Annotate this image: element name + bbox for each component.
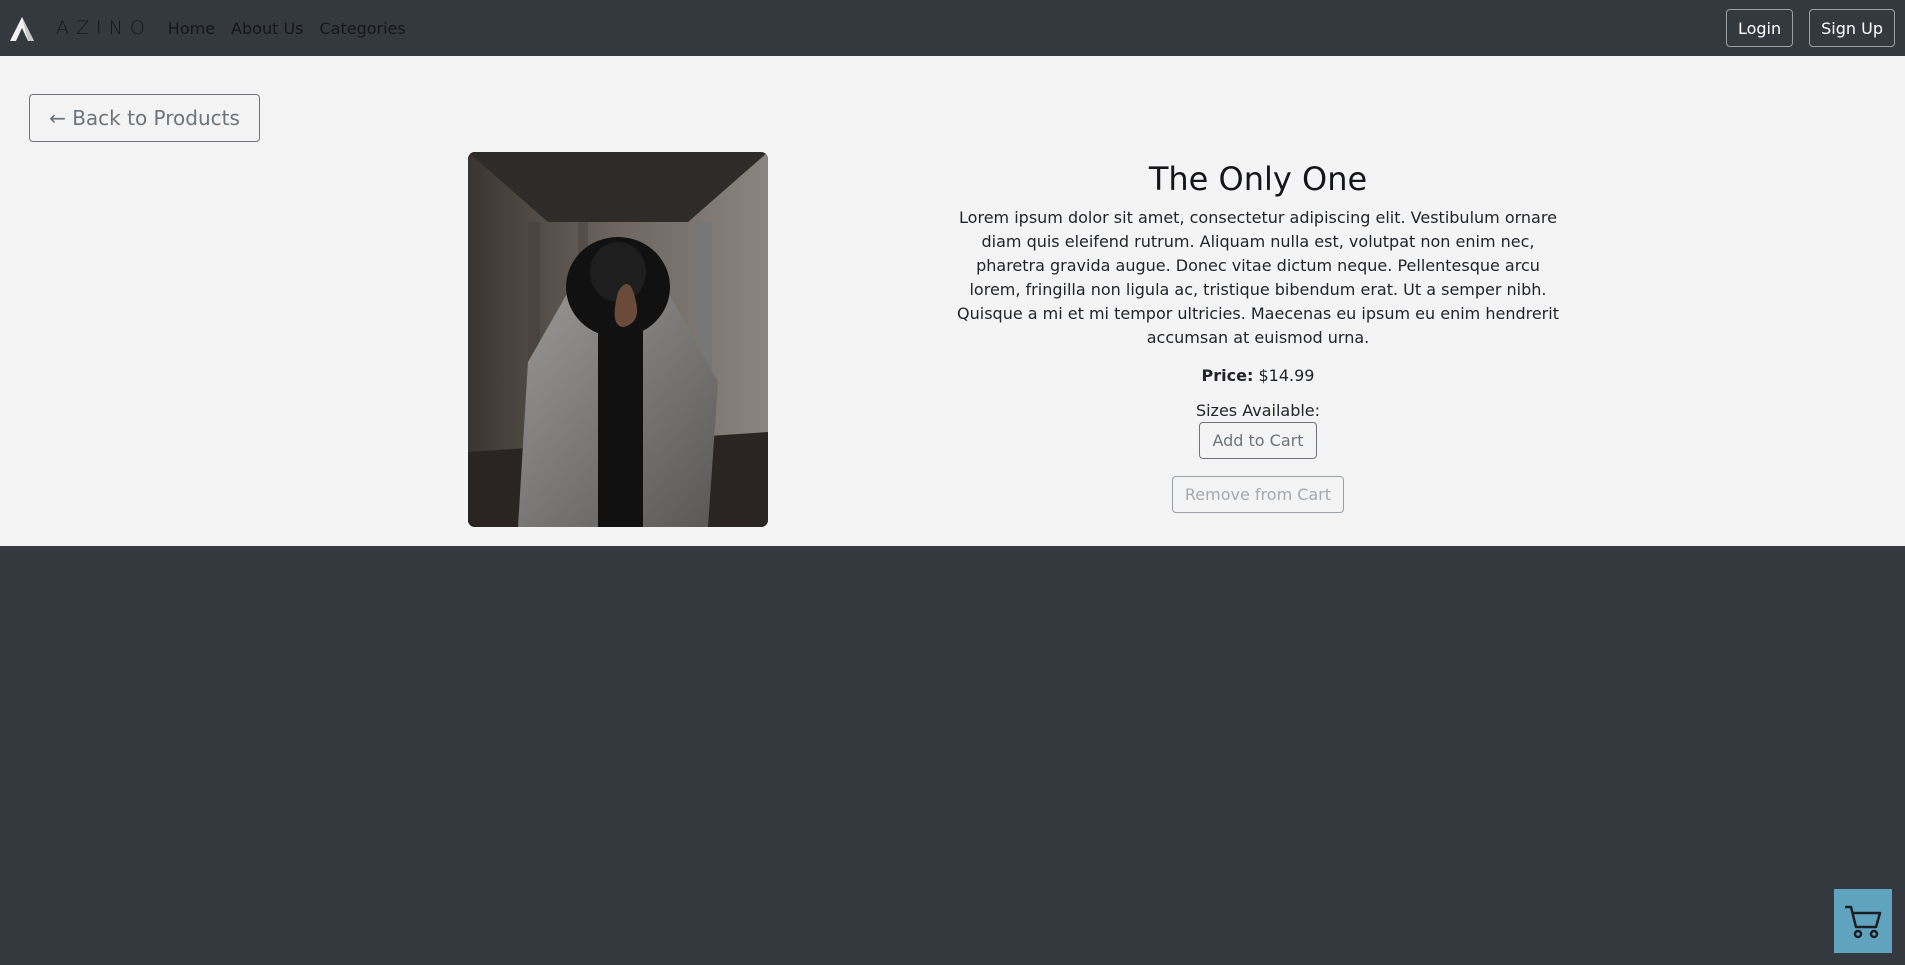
price-label: Price: bbox=[1201, 366, 1254, 385]
login-button[interactable]: Login bbox=[1725, 9, 1794, 47]
nav-link-home[interactable]: Home bbox=[168, 19, 215, 38]
brand[interactable]: AZINO bbox=[8, 13, 152, 43]
remove-from-cart-button[interactable]: Remove from Cart bbox=[1171, 476, 1345, 513]
nav-auth: Login Sign Up bbox=[1710, 9, 1897, 47]
azino-logo-icon bbox=[10, 17, 34, 41]
back-to-products-button[interactable]: ← Back to Products bbox=[29, 94, 260, 142]
price-value: $14.99 bbox=[1258, 366, 1315, 385]
add-to-cart-button[interactable]: Add to Cart bbox=[1199, 422, 1317, 459]
product-detail-section: ← Back to Products The Only One Lorem ip… bbox=[0, 56, 1905, 546]
product-image bbox=[468, 152, 768, 527]
product-title: The Only One bbox=[1148, 160, 1368, 198]
product-price: Price: $14.99 bbox=[950, 366, 1566, 385]
nav-link-about-us[interactable]: About Us bbox=[231, 19, 303, 38]
shopping-cart-icon bbox=[1845, 905, 1882, 939]
nav-link-categories[interactable]: Categories bbox=[319, 19, 405, 38]
brand-name: AZINO bbox=[56, 17, 152, 39]
navbar: AZINO Home About Us Categories Login Sig… bbox=[0, 0, 1905, 56]
sizes-available-label: Sizes Available: bbox=[1195, 401, 1321, 420]
product-details: The Only One Lorem ipsum dolor sit amet,… bbox=[950, 156, 1566, 513]
product-description: Lorem ipsum dolor sit amet, consectetur … bbox=[957, 208, 1559, 347]
product-photo-illustration bbox=[468, 152, 768, 527]
cart-button[interactable] bbox=[1834, 889, 1892, 953]
signup-button[interactable]: Sign Up bbox=[1809, 9, 1895, 47]
nav-links: Home About Us Categories bbox=[168, 19, 422, 38]
